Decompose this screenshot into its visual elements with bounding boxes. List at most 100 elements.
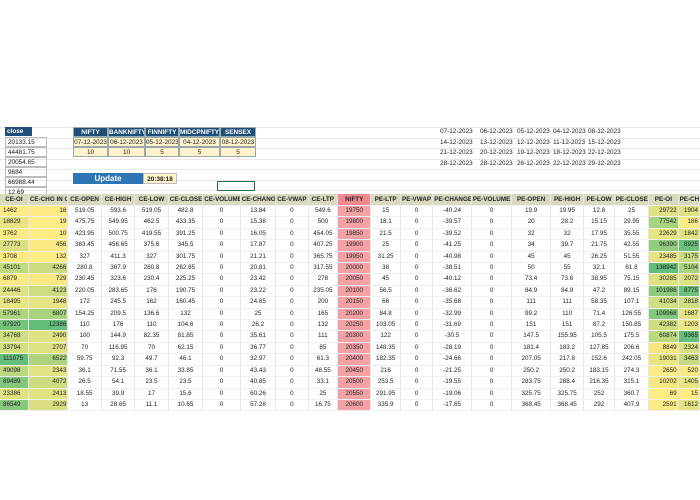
table-cell[interactable]: -19.06 [432,388,472,400]
table-cell[interactable]: 423.95 [67,228,102,241]
table-cell[interactable]: 148.35 [370,342,401,355]
table-cell[interactable]: 45 [550,251,585,264]
table-cell[interactable]: 0 [275,251,309,264]
table-cell[interactable]: 220.05 [67,285,102,298]
table-cell[interactable]: 82.35 [134,330,169,343]
table-cell[interactable]: 367.9 [101,262,136,275]
table-cell[interactable]: 21.75 [583,239,615,252]
table-cell[interactable]: 291.95 [370,388,401,400]
table-cell[interactable]: 0 [400,239,434,252]
table-cell[interactable]: 549.95 [101,216,136,229]
table-cell[interactable]: 19 [28,216,69,229]
table-cell[interactable]: 69 [648,388,679,400]
table-cell[interactable]: 160.45 [168,296,204,309]
table-cell[interactable]: 103.05 [370,319,401,332]
table-cell[interactable]: 0 [471,353,513,366]
table-cell[interactable]: 519.05 [134,205,169,218]
table-cell[interactable]: 317.55 [308,262,339,275]
table-cell[interactable]: 206.6 [614,342,650,355]
table-cell[interactable]: 0 [400,216,434,229]
table-cell[interactable]: 39.9 [101,388,136,400]
table-cell[interactable]: 73.4 [511,273,551,286]
table-cell[interactable]: 0 [471,319,513,332]
table-cell[interactable]: 368.45 [550,399,585,412]
table-cell[interactable]: 26.2 [240,319,277,332]
table-cell[interactable]: 20 [511,216,551,229]
table-cell[interactable]: 19.9 [511,205,551,218]
table-cell[interactable]: 0 [202,399,241,412]
table-cell[interactable]: 99.2 [511,308,551,321]
table-cell[interactable]: 283.65 [101,285,136,298]
table-cell[interactable]: 475.75 [67,216,102,229]
table-cell[interactable]: 323.6 [101,273,136,286]
table-cell[interactable]: 0 [275,205,309,218]
table-cell[interactable]: 40.85 [240,376,277,389]
table-cell[interactable]: -35.68 [432,296,472,309]
table-cell[interactable]: 593.6 [101,205,136,218]
table-cell[interactable]: 75.15 [614,273,650,286]
table-cell[interactable]: 456 [28,239,69,252]
table-cell[interactable]: 151 [550,319,585,332]
column-header[interactable]: CE-HIGH [101,194,136,206]
table-cell[interactable]: 190.75 [168,285,204,298]
column-header[interactable]: CE-VWAP [275,194,309,206]
table-cell[interactable]: 0 [400,330,434,343]
table-cell[interactable]: 104.6 [168,319,204,332]
column-header[interactable]: PE-HIGH [550,194,585,206]
table-cell[interactable]: 0 [400,296,434,309]
table-cell[interactable]: 0 [471,285,513,298]
table-cell[interactable]: 25 [370,239,401,252]
table-cell[interactable]: 97920 [0,319,29,332]
table-cell[interactable]: 51.55 [614,251,650,264]
table-cell[interactable]: 35.55 [614,228,650,241]
column-header[interactable]: NIFTY [337,194,372,206]
table-cell[interactable]: 20250 [337,319,372,332]
table-cell[interactable]: 55 [550,262,585,275]
table-cell[interactable]: -40.12 [432,273,472,286]
table-cell[interactable]: 253.5 [370,376,401,389]
table-cell[interactable]: 20550 [337,388,372,400]
table-cell[interactable]: 456.65 [101,239,136,252]
table-cell[interactable]: 17 [134,388,169,400]
table-cell[interactable]: 23.5 [134,376,169,389]
table-cell[interactable]: 278 [308,273,339,286]
table-cell[interactable]: 36.77 [240,342,277,355]
table-cell[interactable]: 482.8 [168,205,204,218]
table-cell[interactable]: 20050 [337,273,372,286]
table-cell[interactable]: 0 [471,228,513,241]
column-header[interactable]: PE-OPEN [511,194,551,206]
table-cell[interactable]: -24.66 [432,353,472,366]
table-cell[interactable]: 0 [471,273,513,286]
table-cell[interactable]: 19950 [337,251,372,264]
table-cell[interactable]: 23386 [0,388,29,400]
table-cell[interactable]: 0 [202,205,241,218]
table-cell[interactable]: 29722 [648,205,679,218]
table-cell[interactable]: 49098 [0,365,29,378]
table-cell[interactable]: 20600 [337,399,372,412]
table-cell[interactable]: 3708 [0,251,29,264]
table-cell[interactable]: 2413 [28,388,69,400]
column-header[interactable]: CE-CHG IN OI [28,194,69,206]
table-cell[interactable]: 0 [471,205,513,218]
table-cell[interactable]: 0 [202,296,241,309]
table-cell[interactable]: 1904 [678,205,700,218]
column-header[interactable]: CE-LTP [308,194,339,206]
table-cell[interactable]: 0 [275,330,309,343]
table-cell[interactable]: 20350 [337,342,372,355]
table-cell[interactable]: 20300 [337,330,372,343]
table-cell[interactable]: 327 [67,251,102,264]
table-cell[interactable]: 84.9 [511,285,551,298]
table-cell[interactable]: 292 [583,399,615,412]
table-cell[interactable]: 144.9 [101,330,136,343]
table-cell[interactable]: 110 [134,319,169,332]
table-cell[interactable]: 10202 [648,376,679,389]
table-cell[interactable]: 132 [168,308,204,321]
table-cell[interactable]: 42.55 [614,239,650,252]
table-cell[interactable]: 0 [275,308,309,321]
table-cell[interactable]: 24.65 [240,296,277,309]
table-cell[interactable]: 0 [202,262,241,275]
table-cell[interactable]: 155.95 [550,330,585,343]
table-cell[interactable]: 0 [275,353,309,366]
table-cell[interactable]: 0 [202,285,241,298]
table-cell[interactable]: 0 [202,228,241,241]
